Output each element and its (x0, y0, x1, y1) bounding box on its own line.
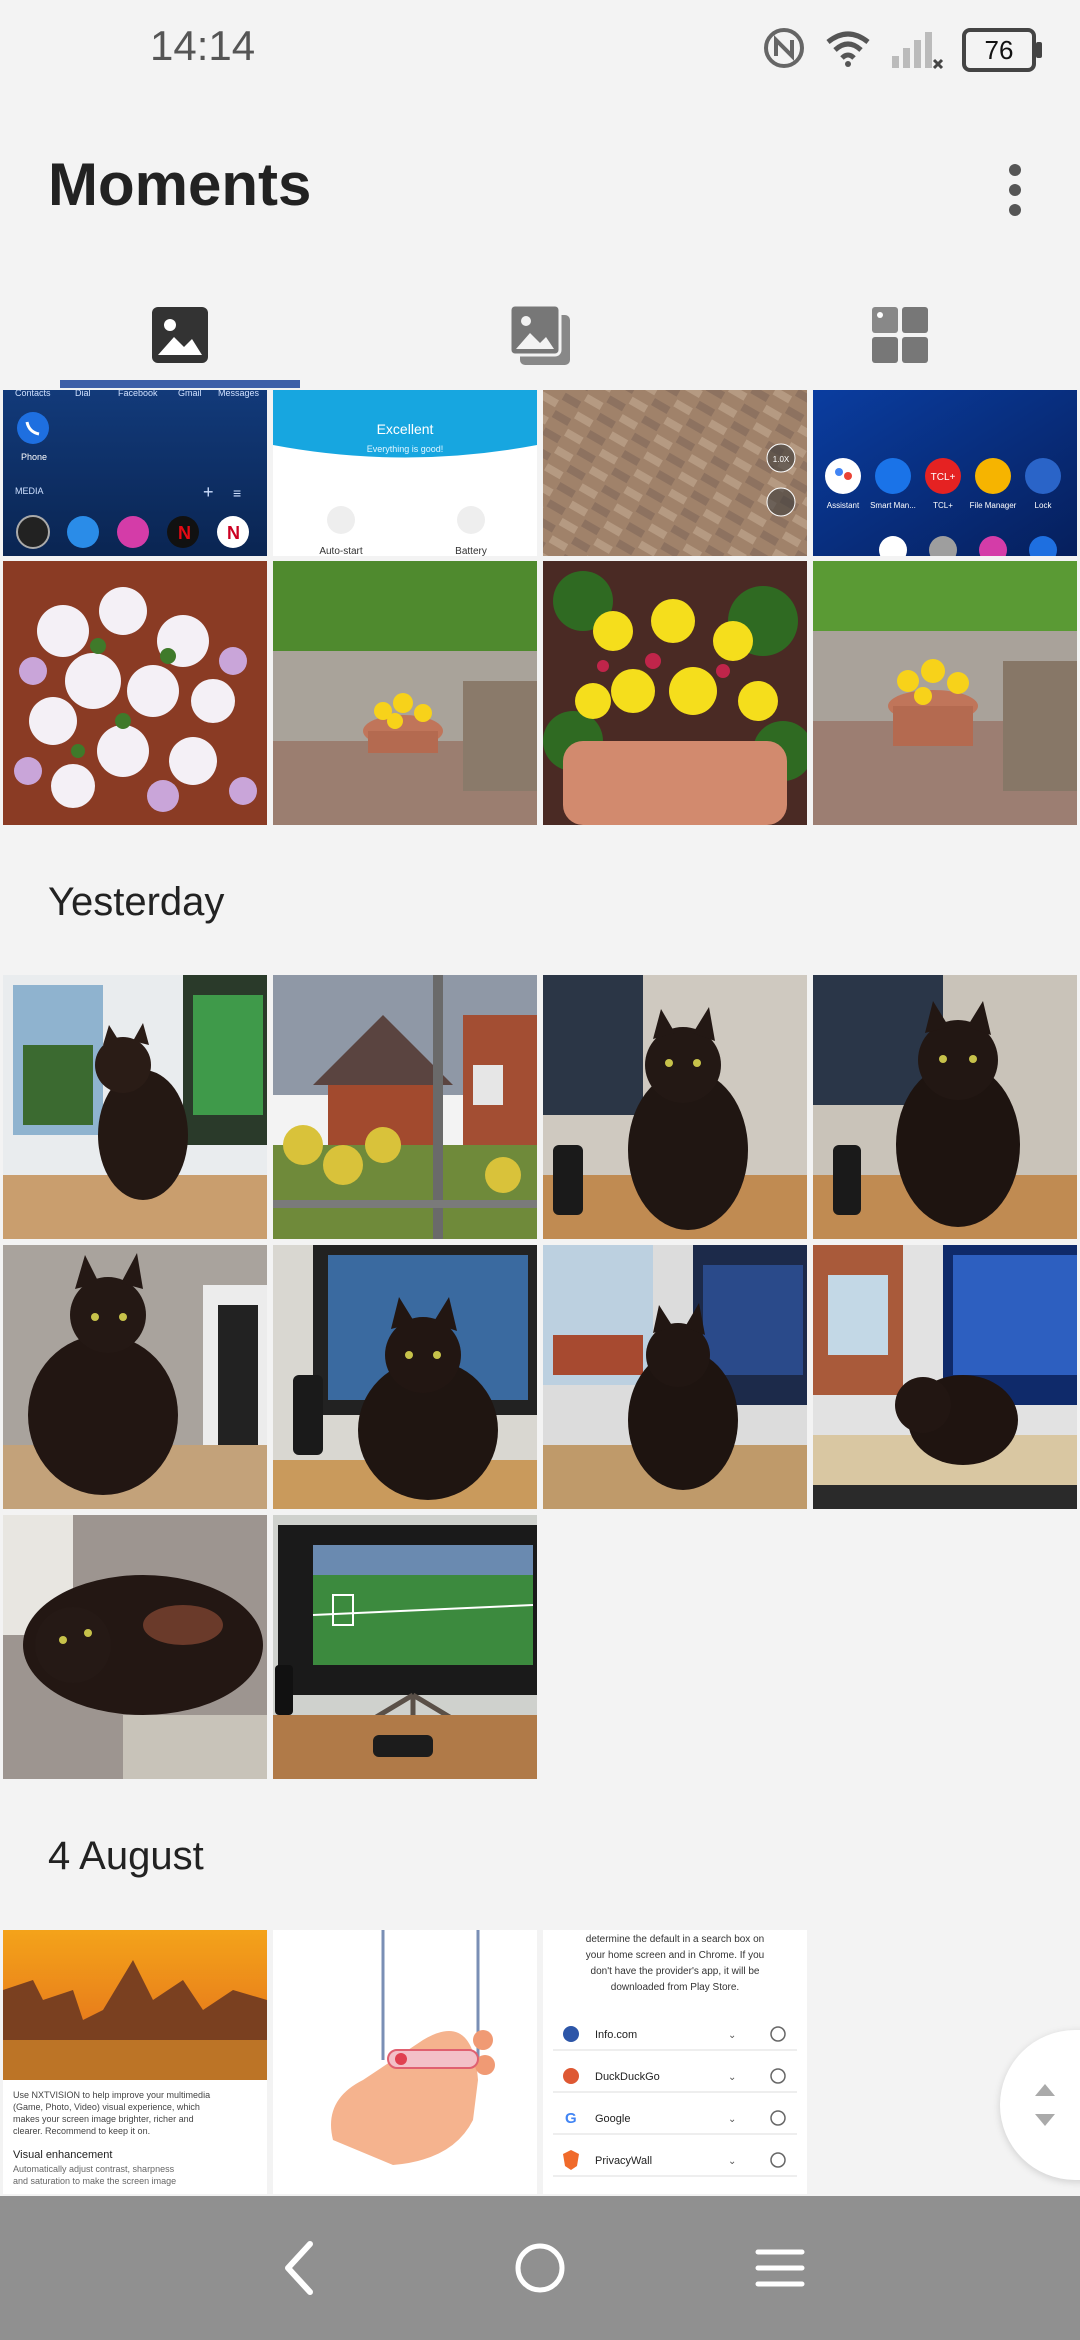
svg-text:+: + (203, 482, 214, 502)
tab-collections[interactable] (780, 280, 1020, 390)
svg-text:clearer. Recommend to keep it: clearer. Recommend to keep it on. (13, 2126, 150, 2136)
status-bar: 14:14 76 (0, 0, 1080, 100)
photo-thumbnail[interactable] (3, 561, 267, 825)
photo-thumbnail[interactable] (273, 1930, 537, 2194)
photo-thumbnail[interactable] (813, 561, 1077, 825)
app-bar: Moments (0, 130, 1080, 240)
section-header-4-august: 4 August (48, 1834, 204, 1878)
svg-text:and saturation to make the scr: and saturation to make the screen image (13, 2176, 176, 2186)
svg-text:Contacts: Contacts (15, 390, 51, 398)
svg-text:Automatically adjust contrast,: Automatically adjust contrast, sharpness (13, 2164, 175, 2174)
svg-text:TCL+: TCL+ (933, 501, 953, 510)
photo-thumbnail[interactable] (813, 1245, 1077, 1509)
svg-text:your home screen and in Chrome: your home screen and in Chrome. If you (586, 1950, 764, 1961)
photo-thumbnail[interactable]: Contacts Dial Facebook Gmail Messages Ph… (3, 390, 267, 556)
svg-text:File Manager: File Manager (970, 501, 1017, 510)
photo-row (0, 1245, 1080, 1509)
photo-thumbnail[interactable]: TCL+ Assistant Smart Man... TCL+ File Ma… (813, 390, 1077, 556)
svg-text:Google: Google (595, 2113, 630, 2125)
svg-text:Facebook: Facebook (118, 390, 158, 398)
svg-text:Auto-start: Auto-start (319, 546, 363, 556)
svg-text:N: N (227, 523, 240, 543)
photo-thumbnail[interactable] (273, 1515, 537, 1779)
photo-row: Use NXTVISION to help improve your multi… (0, 1930, 1080, 2194)
status-icons: 76 (762, 24, 1042, 76)
arrow-up-icon (1035, 2084, 1055, 2096)
svg-text:Excellent: Excellent (377, 421, 434, 437)
svg-text:don't have the provider's app,: don't have the provider's app, it will b… (591, 1966, 760, 1977)
home-button[interactable] (490, 2218, 590, 2318)
back-icon (285, 2241, 313, 2295)
section-header-yesterday: Yesterday (48, 880, 225, 924)
svg-text:N: N (178, 523, 191, 543)
nfc-icon (762, 26, 806, 75)
svg-text:Info.com: Info.com (595, 2029, 637, 2041)
svg-text:Visual enhancement: Visual enhancement (13, 2149, 112, 2161)
page-title: Moments (48, 151, 312, 218)
svg-text:Everything is good!: Everything is good! (367, 444, 444, 454)
svg-text:≡: ≡ (233, 485, 241, 501)
photo-thumbnail[interactable] (813, 975, 1077, 1239)
photo-thumbnail[interactable] (3, 1245, 267, 1509)
photo-thumbnail[interactable] (543, 975, 807, 1239)
photo-thumbnail[interactable]: determine the default in a search box on… (543, 1930, 807, 2194)
photo-thumbnail[interactable]: 1.0X (543, 390, 807, 556)
svg-text:⌄: ⌄ (728, 2030, 736, 2041)
more-options-button[interactable] (980, 150, 1050, 230)
svg-text:DuckDuckGo: DuckDuckGo (595, 2071, 660, 2083)
svg-text:Battery: Battery (455, 546, 487, 556)
svg-text:⌄: ⌄ (728, 2114, 736, 2125)
more-vert-icon (1009, 164, 1021, 216)
svg-text:Smart Man...: Smart Man... (870, 501, 916, 510)
photo-row (0, 975, 1080, 1239)
photo-thumbnail[interactable] (543, 561, 807, 825)
svg-text:1.0X: 1.0X (773, 455, 790, 464)
svg-text:G: G (565, 2110, 577, 2127)
svg-text:MEDIA: MEDIA (15, 486, 44, 496)
menu-icon (755, 2249, 805, 2287)
svg-text:Phone: Phone (21, 452, 47, 462)
svg-text:Gmail: Gmail (178, 390, 202, 398)
tab-albums[interactable] (420, 280, 660, 390)
arrow-down-icon (1035, 2114, 1055, 2126)
svg-text:TCL+: TCL+ (931, 472, 956, 483)
grid-icon (872, 307, 928, 363)
signal-icon (890, 26, 944, 75)
svg-text:Use NXTVISION to help improve: Use NXTVISION to help improve your multi… (13, 2090, 210, 2100)
svg-text:determine the default in a sea: determine the default in a search box on (586, 1934, 764, 1945)
photo-row (0, 561, 1080, 825)
svg-text:⌄: ⌄ (728, 2156, 736, 2167)
status-time: 14:14 (150, 22, 256, 69)
svg-text:PrivacyWall: PrivacyWall (595, 2155, 652, 2167)
svg-text:Assistant: Assistant (827, 501, 860, 510)
battery-icon: 76 (962, 28, 1042, 72)
photo-thumbnail[interactable] (3, 1515, 267, 1779)
photo-thumbnail[interactable]: Excellent Everything is good! Auto-start… (273, 390, 537, 556)
photo-thumbnail[interactable]: Use NXTVISION to help improve your multi… (3, 1930, 267, 2194)
tab-indicator (60, 380, 300, 388)
image-icon (152, 307, 208, 363)
navigation-bar (0, 2196, 1080, 2340)
tab-photos[interactable] (60, 280, 300, 390)
home-icon (515, 2243, 565, 2293)
svg-text:(Game, Photo, Video) visual ex: (Game, Photo, Video) visual experience, … (13, 2102, 200, 2112)
svg-text:Lock: Lock (1035, 501, 1053, 510)
photo-thumbnail[interactable] (3, 975, 267, 1239)
photo-thumbnail[interactable] (273, 1245, 537, 1509)
back-button[interactable] (250, 2218, 350, 2318)
recents-button[interactable] (730, 2218, 830, 2318)
svg-text:Dial: Dial (75, 390, 91, 398)
wifi-icon (824, 28, 872, 73)
svg-text:downloaded from Play Store.: downloaded from Play Store. (611, 1982, 739, 1993)
svg-text:makes your screen image bright: makes your screen image brighter, richer… (13, 2114, 194, 2124)
tab-bar (0, 280, 1080, 390)
photo-thumbnail[interactable] (543, 1245, 807, 1509)
svg-text:⌄: ⌄ (728, 2072, 736, 2083)
photo-row (0, 1515, 1080, 1779)
albums-icon (508, 303, 570, 365)
svg-text:Messages: Messages (218, 390, 260, 398)
photo-thumbnail[interactable] (273, 975, 537, 1239)
photo-row: Contacts Dial Facebook Gmail Messages Ph… (0, 390, 1080, 556)
photo-thumbnail[interactable] (273, 561, 537, 825)
